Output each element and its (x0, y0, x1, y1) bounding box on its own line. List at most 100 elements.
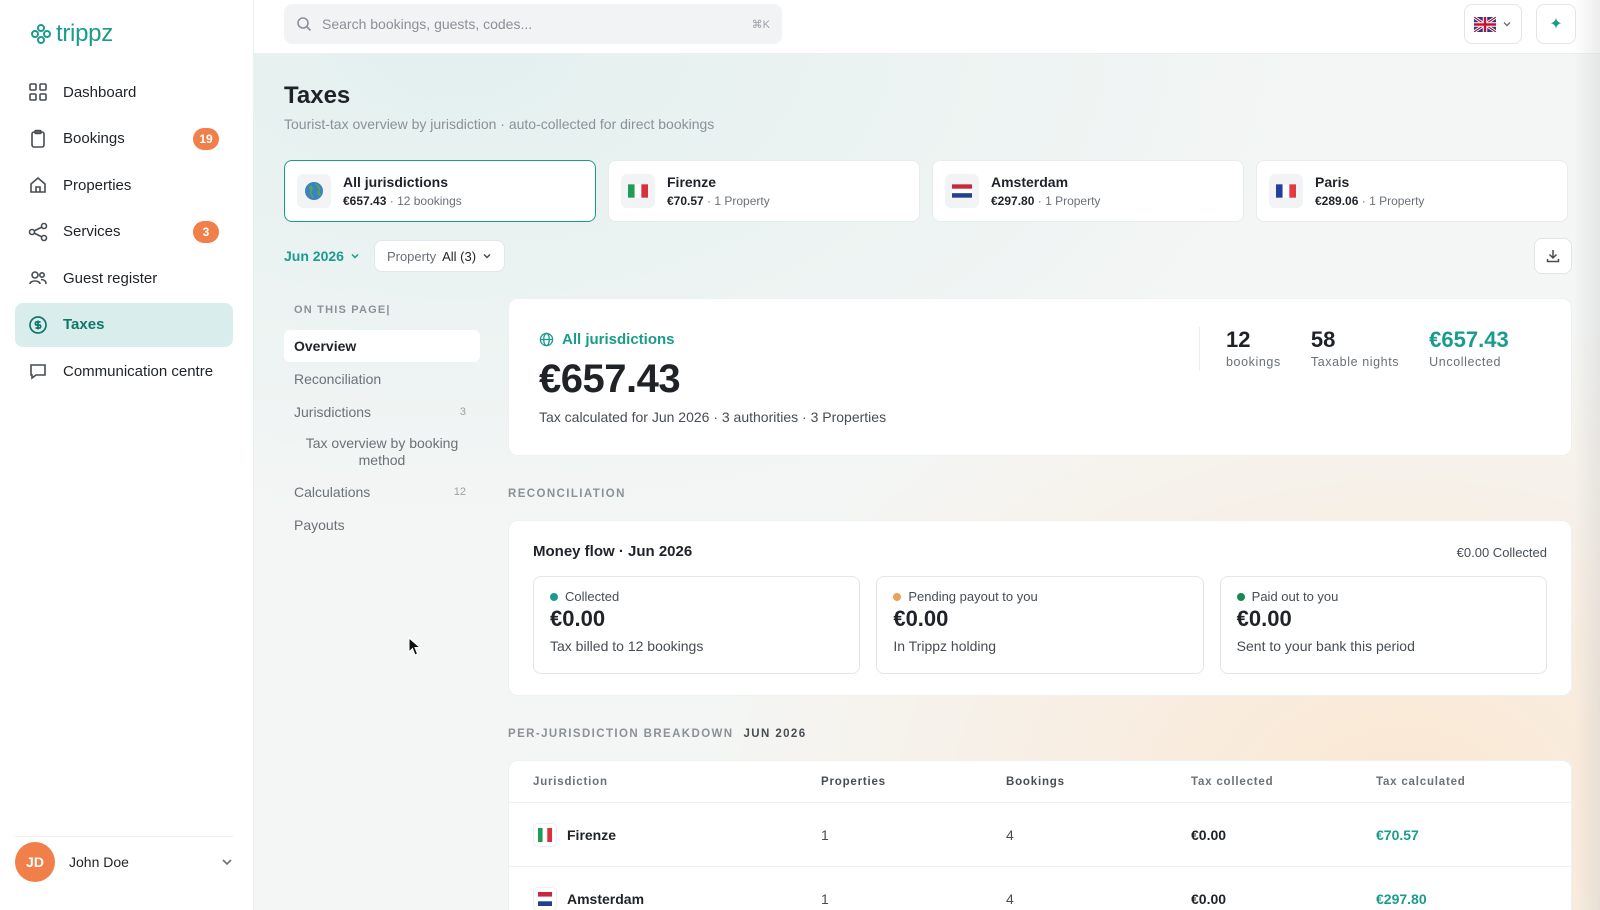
main-content: Taxes Tourist-tax overview by jurisdicti… (254, 54, 1600, 910)
brand-logo[interactable]: trippz (30, 20, 113, 48)
property-filter-label: Property (386, 248, 437, 264)
filters-bar: Jun 2026 Property All (3) (284, 240, 506, 272)
jurisdiction-card-all[interactable]: All jurisdictions €657.43 · 12 bookings (284, 160, 596, 222)
stage-description: Tax billed to 12 bookings (550, 638, 704, 654)
table-row[interactable]: Firenze 1 4 €0.00 €70.57 (509, 803, 1571, 867)
toc-label: Jurisdictions (294, 404, 372, 420)
toc-label: Calculations (294, 484, 371, 500)
nav-item-dashboard[interactable]: Dashboard (15, 70, 233, 114)
summary-amount: €657.43 (539, 357, 681, 401)
cell-jurisdiction: Amsterdam (567, 890, 645, 907)
nav-item-taxes[interactable]: Taxes (15, 302, 233, 347)
property-filter[interactable]: Property All (3) (373, 240, 506, 272)
toc-count: 12 (453, 486, 466, 498)
user-menu[interactable]: JD John Doe (15, 836, 233, 886)
chevron-down-icon (222, 858, 232, 865)
search-input[interactable] (322, 16, 742, 32)
home-icon (27, 174, 49, 196)
search-icon (297, 17, 312, 32)
jurisdiction-amount: €297.80 (991, 194, 1035, 208)
stage-amount: €0.00 (550, 606, 606, 631)
jurisdiction-card-firenze[interactable]: Firenze €70.57 · 1 Property (608, 160, 920, 222)
nav-item-properties[interactable]: Properties (15, 163, 233, 207)
money-flow-title: Money flow · Jun 2026 (533, 543, 693, 560)
breakdown-heading: PER-JURISDICTION BREAKDOWN JUN 2026 (508, 728, 1572, 740)
nav-label: Communication centre (63, 362, 214, 380)
stat-uncollected: €657.43 Uncollected (1429, 327, 1509, 371)
nav-item-bookings[interactable]: Bookings 19 (15, 117, 233, 161)
nav-label: Bookings (63, 130, 125, 147)
stage-description: In Trippz holding (893, 638, 997, 654)
toc-item-jurisdictions[interactable]: Jurisdictions 3 (284, 396, 480, 428)
italy-flag-icon (621, 174, 655, 208)
toc-label: Reconciliation (294, 371, 382, 387)
nav-label: Dashboard (63, 83, 137, 101)
toc-heading: ON THIS PAGE| (294, 304, 391, 316)
nav-label: Taxes (63, 316, 105, 333)
jurisdiction-amount: €289.06 (1315, 194, 1359, 208)
cell-tax-collected: €0.00 (1191, 826, 1227, 843)
clipboard-icon (27, 128, 49, 150)
jurisdiction-meta: · 1 Property (707, 194, 770, 208)
money-flow-collected-total: €0.00 Collected (1456, 545, 1547, 560)
stage-label: Pending payout to you (908, 589, 1038, 604)
download-button[interactable] (1534, 238, 1572, 274)
on-this-page-nav: ON THIS PAGE| Overview Reconciliation Ju… (284, 298, 480, 542)
column-header[interactable]: Tax calculated (1376, 776, 1561, 788)
section-heading-text: RECONCILIATION (508, 488, 626, 500)
summary-card: All jurisdictions €657.43 Tax calculated… (508, 298, 1572, 456)
jurisdiction-card-paris[interactable]: Paris €289.06 · 1 Property (1256, 160, 1568, 222)
page-subtitle: Tourist-tax overview by jurisdiction · a… (284, 116, 715, 132)
italy-flag-icon (533, 822, 557, 847)
table-row[interactable]: Amsterdam 1 4 €0.00 €297.80 (509, 867, 1571, 910)
cell-bookings: 4 (1006, 826, 1014, 843)
user-name: John Doe (69, 853, 129, 870)
stat-label: Uncollected (1429, 355, 1502, 369)
toc-label: Tax overview by booking method (305, 435, 459, 468)
month-selector[interactable]: Jun 2026 (284, 248, 360, 264)
stat-value: 12 (1226, 327, 1251, 352)
column-header[interactable]: Jurisdiction (533, 776, 821, 788)
month-value: Jun 2026 (284, 248, 344, 264)
money-stage-collected: Collected €0.00 Tax billed to 12 booking… (533, 576, 861, 674)
search-box[interactable]: ⌘K (284, 4, 782, 44)
nav-label: Properties (63, 176, 132, 194)
nav-item-guest-register[interactable]: Guest register (15, 256, 233, 300)
toc-label: Payouts (294, 517, 345, 533)
toc-item-payouts[interactable]: Payouts (284, 509, 480, 541)
nav-item-services[interactable]: Services 3 (15, 210, 233, 254)
language-selector[interactable] (1464, 4, 1522, 44)
coin-icon (27, 314, 49, 336)
stat-value: 58 (1310, 327, 1336, 352)
grid-icon (27, 81, 49, 103)
stat-bookings: 12 bookings (1226, 327, 1281, 371)
stat-taxable-nights: 58 Taxable nights (1311, 327, 1399, 371)
stage-amount: €0.00 (1236, 606, 1292, 631)
column-header[interactable]: Tax collected (1191, 776, 1376, 788)
cell-tax-calculated: €297.80 (1376, 890, 1427, 907)
nav-item-communication-centre[interactable]: Communication centre (15, 349, 233, 393)
uk-flag-icon (1474, 16, 1496, 32)
cell-tax-calculated: €70.57 (1376, 826, 1419, 843)
jurisdiction-amount: €657.43 (343, 194, 387, 208)
ai-assistant-button[interactable]: ✦ (1536, 4, 1576, 44)
cell-bookings: 4 (1006, 890, 1014, 907)
money-flow-stages: Collected €0.00 Tax billed to 12 booking… (533, 576, 1547, 674)
search-shortcut: ⌘K (751, 18, 770, 31)
toc-item-calculations[interactable]: Calculations 12 (284, 476, 480, 508)
chevron-down-icon (483, 253, 491, 259)
toc-item-reconciliation[interactable]: Reconciliation (284, 363, 480, 395)
stage-label: Collected (565, 589, 620, 604)
summary-description: Tax calculated for Jun 2026 · 3 authorit… (539, 409, 887, 425)
stat-value: €657.43 (1429, 327, 1509, 352)
toc-item-tax-overview-by-booking-method[interactable]: Tax overview by booking method (284, 429, 480, 475)
column-header[interactable]: Bookings (1006, 776, 1191, 788)
property-filter-value: All (3) (442, 248, 477, 264)
download-icon (1546, 250, 1560, 263)
page-title: Taxes (284, 82, 351, 109)
mouse-cursor-icon (408, 637, 422, 656)
column-header[interactable]: Properties (821, 776, 1006, 788)
jurisdiction-name: Paris (1315, 174, 1350, 190)
toc-item-overview[interactable]: Overview (284, 330, 480, 362)
jurisdiction-card-amsterdam[interactable]: Amsterdam €297.80 · 1 Property (932, 160, 1244, 222)
